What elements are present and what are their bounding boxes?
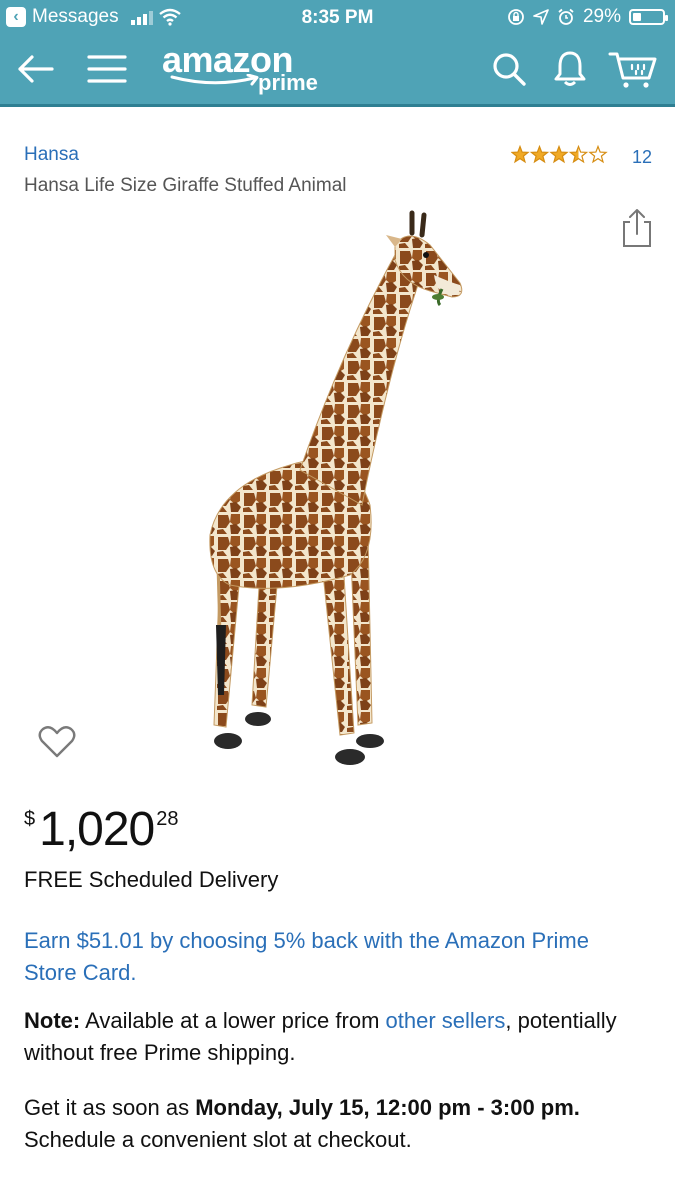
star-rating[interactable] <box>511 145 609 165</box>
product-image[interactable] <box>190 205 480 780</box>
star-icon <box>529 145 550 164</box>
battery-percent: 29% <box>582 6 621 27</box>
back-arrow-icon[interactable] <box>10 44 60 94</box>
rating-count[interactable]: 12 <box>632 147 652 168</box>
other-sellers-link[interactable]: other sellers <box>386 1008 506 1033</box>
location-icon <box>533 9 549 25</box>
delivery-info: FREE Scheduled Delivery <box>24 867 279 892</box>
alarm-icon <box>558 8 574 25</box>
rating-stars-icon <box>511 145 608 164</box>
status-right: 29% <box>507 6 668 28</box>
star-icon <box>568 145 589 164</box>
amazon-prime-logo[interactable]: amazon prime <box>162 40 318 96</box>
status-bar: ‹ Messages 8:35 PM 29% <box>0 0 675 36</box>
cart-icon[interactable] <box>608 44 658 94</box>
delivery-eta: Get it as soon as Monday, July 15, 12:00… <box>24 1092 664 1156</box>
price-whole: 1,020 <box>39 803 155 856</box>
note-label: Note: <box>24 1008 81 1033</box>
app-header: amazon prime <box>0 36 675 107</box>
seller-note: Note: Available at a lower price from ot… <box>24 1005 654 1069</box>
logo-sub: prime <box>258 70 318 95</box>
hamburger-menu-icon[interactable] <box>82 44 132 94</box>
star-icon <box>588 145 608 164</box>
rotation-lock-icon <box>508 9 524 25</box>
note-text-before: Available at a lower price from <box>80 1008 386 1033</box>
brand-link[interactable]: Hansa <box>24 144 79 166</box>
eta-suffix: Schedule a convenient slot at checkout. <box>24 1127 412 1152</box>
battery-icon <box>629 9 668 25</box>
search-icon[interactable] <box>484 44 534 94</box>
store-card-promo-link[interactable]: Earn $51.01 by choosing 5% back with the… <box>24 925 644 989</box>
giraffe-image <box>209 210 463 765</box>
smile-arrow-icon <box>170 74 259 86</box>
bell-icon[interactable] <box>545 44 595 94</box>
star-icon <box>511 145 530 164</box>
product-title: Hansa Life Size Giraffe Stuffed Animal <box>24 175 347 196</box>
price: $ 1,020 28 <box>24 802 179 858</box>
star-icon <box>549 145 569 164</box>
wishlist-heart-icon[interactable] <box>38 725 76 764</box>
price-currency: $ <box>24 808 36 830</box>
share-icon[interactable] <box>620 208 654 253</box>
price-cents: 28 <box>156 808 179 830</box>
eta-prefix: Get it as soon as <box>24 1095 196 1120</box>
eta-date: Monday, July 15, 12:00 pm - 3:00 pm. <box>195 1095 580 1120</box>
